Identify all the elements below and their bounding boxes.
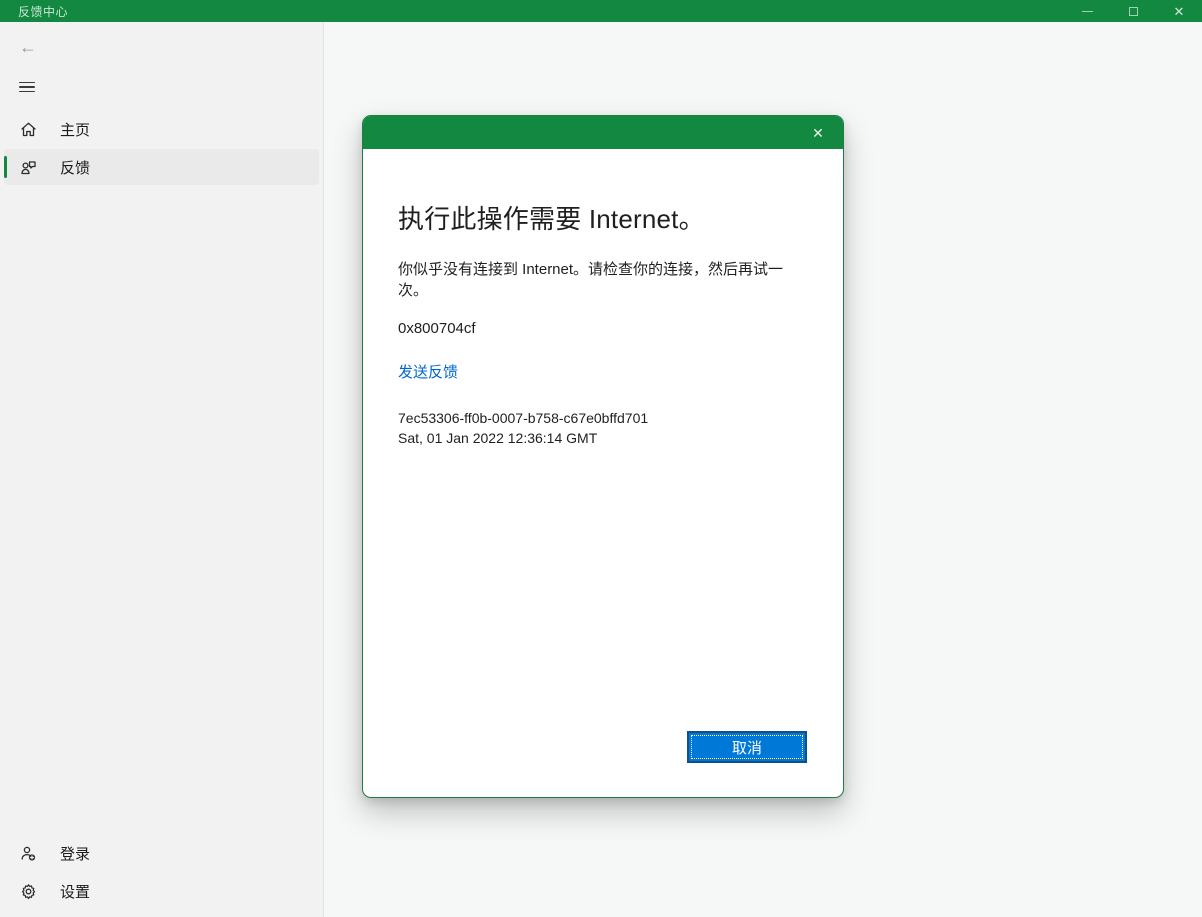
window-controls: ✕ <box>1064 0 1202 22</box>
dialog-content: 执行此操作需要 Internet。 你似乎没有连接到 Internet。请检查你… <box>363 149 843 797</box>
error-code: 0x800704cf <box>398 320 476 337</box>
sidebar-item-label: 主页 <box>60 121 91 139</box>
menu-toggle-button[interactable] <box>0 67 323 107</box>
maximize-button[interactable] <box>1110 0 1156 22</box>
dialog-message: 你似乎没有连接到 Internet。请检查你的连接，然后再试一次。 <box>398 261 784 299</box>
maximize-icon <box>1128 6 1138 16</box>
sidebar-item-signin[interactable]: 登录 <box>4 835 319 871</box>
dialog-close-button[interactable]: ✕ <box>808 123 828 143</box>
back-arrow-icon: ← <box>19 36 37 57</box>
error-guid: 7ec53306-ff0b-0007-b758-c67e0bffd701 <box>398 410 649 426</box>
sidebar-item-label: 登录 <box>60 845 91 863</box>
dialog-title: 执行此操作需要 Internet。 <box>398 204 705 234</box>
dialog-button-row: 取消 <box>398 731 807 763</box>
person-add-icon <box>21 846 36 861</box>
send-feedback-link[interactable]: 发送反馈 <box>398 361 458 382</box>
back-button[interactable]: ← <box>0 27 323 67</box>
feedback-hub-window: 反馈中心 ✕ ← 主页 反馈 登录 设置 ✕ 执行此操作需要 Internet。… <box>0 0 1202 917</box>
sidebar-item-home[interactable]: 主页 <box>4 111 319 147</box>
cancel-button[interactable]: 取消 <box>687 731 807 763</box>
close-window-button[interactable]: ✕ <box>1156 0 1202 22</box>
sidebar-item-label: 设置 <box>60 883 91 901</box>
hamburger-icon <box>19 81 35 84</box>
sidebar: ← 主页 反馈 登录 设置 <box>0 22 324 917</box>
dialog-header: ✕ <box>363 116 843 149</box>
error-timestamp: Sat, 01 Jan 2022 12:36:14 GMT <box>398 430 598 446</box>
minimize-icon <box>1081 10 1093 12</box>
diagnostic-info: 7ec53306-ff0b-0007-b758-c67e0bffd701 Sat… <box>398 408 807 448</box>
feedback-icon <box>21 160 36 174</box>
close-icon: ✕ <box>812 124 824 141</box>
minimize-button[interactable] <box>1064 0 1110 22</box>
cancel-button-label: 取消 <box>731 739 762 757</box>
sidebar-item-settings[interactable]: 设置 <box>4 873 319 909</box>
sidebar-nav: 主页 反馈 <box>0 109 323 187</box>
sidebar-item-label: 反馈 <box>60 159 91 177</box>
gear-icon <box>21 883 36 899</box>
window-title: 反馈中心 <box>18 4 69 19</box>
sidebar-footer: 登录 设置 <box>0 833 323 917</box>
internet-required-dialog: ✕ 执行此操作需要 Internet。 你似乎没有连接到 Internet。请检… <box>362 115 844 798</box>
home-icon <box>21 122 36 136</box>
selection-indicator <box>4 156 7 178</box>
close-icon: ✕ <box>1173 3 1185 19</box>
sidebar-item-feedback[interactable]: 反馈 <box>4 149 319 185</box>
titlebar: 反馈中心 ✕ <box>0 0 1202 22</box>
